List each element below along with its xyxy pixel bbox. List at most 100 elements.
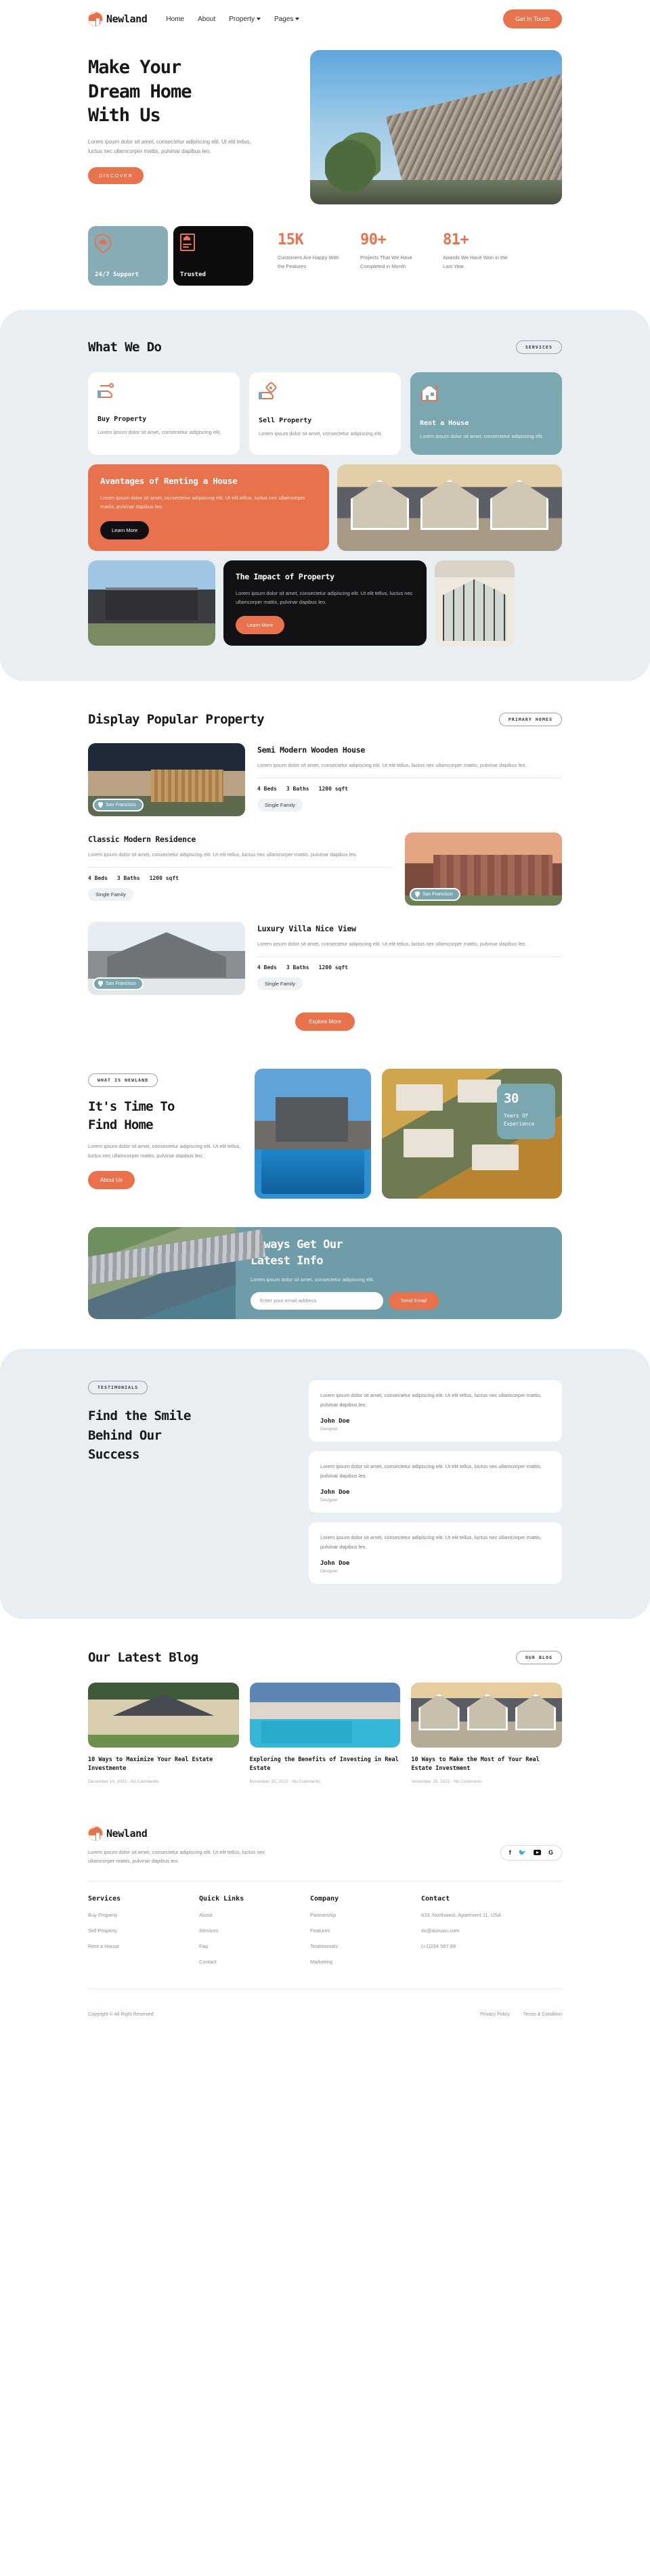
service-card-sell-property[interactable]: Sell Property Lorem ipsum dolor sit amet… — [249, 372, 401, 455]
terms-link[interactable]: Terms & Condition — [523, 2012, 562, 2017]
footer-link[interactable]: Marketing — [310, 1958, 421, 1966]
get-in-touch-button[interactable]: Get In Touch — [503, 9, 562, 28]
primary-homes-tag-button[interactable]: PRIMARY HOMES — [498, 713, 562, 727]
impact-desc: Lorem ipsum dolor sit amet, consectetur … — [236, 590, 413, 606]
find-home-section: WHAT IS NEWLAND It's Time To Find Home L… — [0, 1038, 650, 1212]
section-title: Display Popular Property — [88, 712, 265, 728]
footer-bottom: Copyright © All Right Reserved Privacy P… — [88, 2003, 562, 2029]
service-card-buy-property[interactable]: Buy Property Lorem ipsum dolor sit amet,… — [88, 372, 240, 455]
footer-link[interactable]: Testimonials — [310, 1942, 421, 1951]
footer-column-heading: Contact — [421, 1894, 450, 1903]
explore-more-button[interactable]: Explore More — [295, 1013, 355, 1031]
blog-card[interactable]: Exploring the Benefits of Investing in R… — [249, 1682, 401, 1784]
property-listing-2[interactable]: San Francisco Classic Modern Residence L… — [88, 832, 562, 906]
site-header: Newland Home About Property Pages Get In… — [0, 0, 650, 38]
years-experience-badge: 30 Years Of Experience — [497, 1084, 555, 1140]
property-baths: 3 Baths — [116, 875, 140, 882]
impact-learn-more-button[interactable]: Learn More — [236, 616, 285, 635]
about-us-button[interactable]: About Us — [88, 1171, 135, 1190]
footer-link[interactable]: Features — [310, 1927, 421, 1935]
testimonial-role: Designer — [320, 1427, 339, 1431]
privacy-policy-link[interactable]: Privacy Policy — [480, 2012, 510, 2017]
hero-image — [310, 50, 562, 204]
footer-legal-links: Privacy Policy Terms & Condition — [480, 2012, 562, 2017]
contact-phone[interactable]: (+1)234 567 89 — [421, 1942, 543, 1951]
section-title: Our Latest Blog — [88, 1649, 198, 1665]
blog-card[interactable]: 10 Ways to Make the Most of Your Real Es… — [411, 1682, 563, 1784]
footer-link[interactable]: Sell Property — [88, 1927, 199, 1935]
site-footer: Newland Lorem ipsum dolor sit amet, cons… — [0, 1811, 650, 2029]
nav-item-property[interactable]: Property — [229, 16, 261, 23]
property-listing-3[interactable]: San Francisco Luxury Villa Nice View Lor… — [88, 922, 562, 996]
footer-link[interactable]: Rent a House — [88, 1942, 199, 1951]
stat-group: 15K Customers Are Happy With the Feature… — [278, 226, 509, 286]
hero-section: Make Your Dream Home With Us Lorem ipsum… — [0, 38, 650, 222]
our-blog-tag-button[interactable]: OUR BLOG — [515, 1650, 562, 1664]
property-desc: Lorem ipsum dolor sit amet, consectetur … — [257, 941, 527, 948]
section-header: Display Popular Property PRIMARY HOMES — [88, 712, 562, 727]
service-card-rent-a-house[interactable]: Rent a House Lorem ipsum dolor sit amet,… — [410, 372, 562, 455]
modern-house-photo — [88, 560, 215, 646]
chevron-down-icon — [257, 18, 261, 20]
newsletter-box: Always Get Our Latest Info Lorem ipsum d… — [88, 1227, 562, 1320]
email-input[interactable] — [251, 1291, 383, 1310]
google-icon[interactable]: G — [548, 1849, 553, 1856]
footer-link[interactable]: Services — [199, 1927, 310, 1935]
what-is-newland-tag-button[interactable]: WHAT IS NEWLAND — [88, 1073, 158, 1088]
contact-email[interactable]: ex@domain.com — [421, 1927, 543, 1935]
send-email-button[interactable]: Send Email — [389, 1291, 439, 1310]
footer-link[interactable]: Faq — [199, 1942, 310, 1951]
property-body: Semi Modern Wooden House Lorem ipsum dol… — [257, 743, 562, 812]
blog-title: Exploring the Benefits of Investing in R… — [249, 1756, 399, 1773]
rowhouse-photo — [337, 464, 562, 551]
nav-item-about[interactable]: About — [198, 16, 215, 23]
footer-column-heading: Services — [88, 1894, 121, 1903]
years-number: 30 — [504, 1091, 519, 1107]
copyright-text: Copyright © All Right Reserved — [88, 2012, 154, 2017]
blog-card[interactable]: 10 Ways to Maximize Your Real Estate Inv… — [88, 1682, 239, 1784]
brand-logo[interactable]: Newland — [88, 12, 148, 26]
footer-column-contact: Contact 633, Northwest, Apartment 11, US… — [421, 1895, 543, 1974]
facebook-icon[interactable]: f — [509, 1849, 511, 1856]
testimonial-quote: Lorem ipsum dolor sit amet, consectetur … — [320, 1392, 542, 1408]
property-type-chip: Single Family — [257, 799, 303, 812]
property-body: Classic Modern Residence Lorem ipsum dol… — [88, 832, 393, 902]
feature-card-trusted[interactable]: Trusted — [173, 226, 253, 286]
feature-card-support[interactable]: 24/7 Support — [88, 226, 168, 286]
chevron-down-icon — [295, 18, 300, 20]
footer-logo[interactable]: Newland — [88, 1825, 291, 1841]
nav-item-home[interactable]: Home — [166, 16, 184, 23]
footer-link[interactable]: Contact — [199, 1958, 310, 1966]
page-title: Make Your Dream Home With Us — [88, 55, 291, 128]
services-tag-button[interactable]: SERVICES — [515, 340, 562, 354]
property-listing-1[interactable]: San Francisco Semi Modern Wooden House L… — [88, 743, 562, 817]
twitter-icon[interactable]: 🐦 — [519, 1849, 526, 1856]
location-label: San Francisco — [106, 803, 136, 808]
testimonial-card: Lorem ipsum dolor sit amet, consectetur … — [309, 1451, 562, 1513]
nav-item-pages[interactable]: Pages — [274, 16, 300, 23]
discover-button[interactable]: DISCOVER — [88, 166, 144, 184]
footer-link[interactable]: About — [199, 1911, 310, 1919]
years-label-line-1: Years Of — [504, 1113, 529, 1119]
newsletter-form: Send Email — [251, 1291, 547, 1310]
promo-learn-more-button[interactable]: Learn More — [100, 521, 150, 539]
tag-hand-icon — [259, 381, 278, 399]
stat-number: 90+ — [360, 231, 387, 248]
newland-logo-icon — [88, 12, 103, 26]
youtube-icon[interactable] — [533, 1850, 541, 1856]
location-badge: San Francisco — [410, 888, 460, 902]
property-type-chip: Single Family — [257, 977, 303, 991]
newland-logo-icon — [88, 1825, 103, 1841]
property-beds: 4 Beds — [257, 964, 277, 971]
footer-link[interactable]: Partnership — [310, 1911, 421, 1919]
footer-link[interactable]: Buy Property — [88, 1911, 199, 1919]
impact-card: The Impact of Property Lorem ipsum dolor… — [223, 560, 427, 646]
nav-label: About — [198, 15, 216, 23]
promo-card-renting: Avantages of Renting a House Lorem ipsum… — [88, 464, 329, 551]
impact-title: The Impact of Property — [236, 572, 334, 581]
property-specs: 4 Beds 3 Baths 1200 sqft — [88, 875, 393, 881]
testimonials-tag-button[interactable]: TESTIMONIALS — [88, 1381, 148, 1395]
stats-section: 24/7 Support Trusted 15K Customers Are H… — [0, 222, 650, 303]
newsletter-section: Always Get Our Latest Info Lorem ipsum d… — [0, 1212, 650, 1349]
contact-address: 633, Northwest, Apartment 11, USA — [421, 1911, 502, 1918]
